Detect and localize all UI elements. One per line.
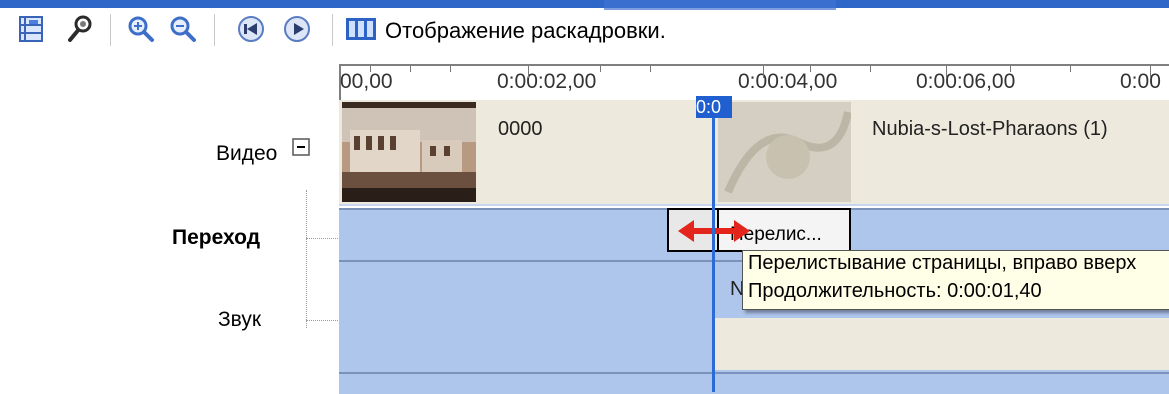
clip-thumbnail <box>342 102 476 202</box>
microphone-icon[interactable] <box>62 12 96 46</box>
ruler-tick <box>946 66 947 78</box>
playhead-line[interactable] <box>712 96 715 392</box>
clip-title: Nubia-s-Lost-Pharaons (1) <box>872 118 1108 140</box>
tree-connector <box>306 238 340 240</box>
toolbar-separator <box>332 14 333 46</box>
ruler-tick <box>450 66 451 72</box>
playhead-marker[interactable]: 0:0 <box>696 96 732 118</box>
ruler-tick-label: 0:00:02,00 <box>497 70 597 93</box>
window-top-strip <box>0 0 1169 8</box>
ruler-tick <box>1070 66 1071 72</box>
minus-box-icon[interactable] <box>292 138 310 156</box>
video-track-label: Видео <box>216 142 278 165</box>
storyboard-view-button[interactable]: Отображение раскадровки. <box>385 18 666 44</box>
ruler-tick <box>410 66 411 72</box>
transition-track-label: Переход <box>172 226 261 249</box>
tree-connector <box>306 190 308 328</box>
audio-clip[interactable] <box>714 318 1169 370</box>
ruler-tick <box>1010 66 1011 72</box>
ruler-tick <box>763 66 764 78</box>
clip-title: 0000 <box>498 118 543 140</box>
zoom-out-icon[interactable] <box>166 12 200 46</box>
audio-track-label: Звук <box>218 308 262 331</box>
video-clip-second[interactable] <box>851 100 1169 204</box>
window-top-tab <box>604 0 836 10</box>
ruler-tick <box>650 66 651 72</box>
overlay-track[interactable] <box>339 372 1169 394</box>
ruler-tick <box>528 66 529 78</box>
ruler-tick-label: 00,00 <box>340 70 393 93</box>
tooltip-duration: Продолжительность: 0:00:01,40 <box>748 280 1042 302</box>
tooltip-title: Перелистывание страницы, вправо вверх <box>748 252 1137 274</box>
toolbar-separator <box>110 14 111 46</box>
ruler-tick-label: 0:00:06,00 <box>916 70 1016 93</box>
toolbar-separator <box>214 14 215 46</box>
play-icon[interactable] <box>280 12 314 46</box>
storyboard-icon[interactable] <box>344 12 378 46</box>
ruler-tick <box>810 66 811 72</box>
timeline-icon[interactable] <box>14 12 48 46</box>
ruler-tick <box>870 66 871 72</box>
tree-connector <box>306 320 340 322</box>
clip-thumbnail-faded <box>718 102 851 202</box>
ruler-tick <box>600 66 601 72</box>
ruler-tick-label: 0:00:04,00 <box>738 70 838 93</box>
ruler-tick <box>1150 66 1151 78</box>
rewind-icon[interactable] <box>234 12 268 46</box>
ruler-tick <box>370 66 371 72</box>
ruler-tick-label: 0:00 <box>1120 70 1161 93</box>
zoom-in-icon[interactable] <box>124 12 158 46</box>
